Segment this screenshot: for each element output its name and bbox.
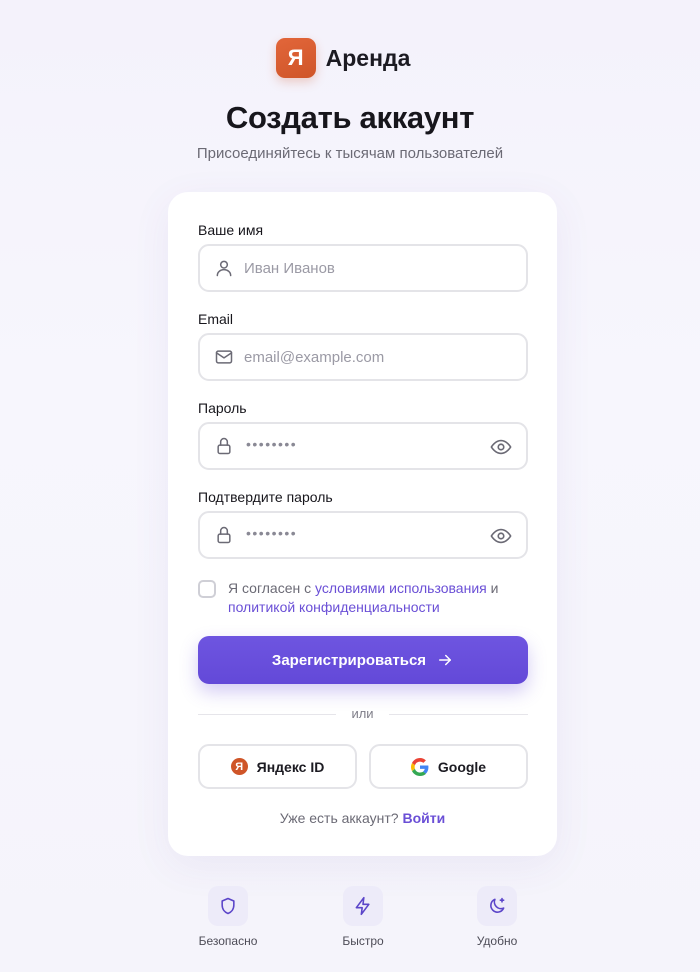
password-field[interactable]: •••••••• bbox=[198, 422, 528, 470]
lock-icon bbox=[217, 437, 231, 455]
register-button-label: Зарегистрироваться bbox=[271, 651, 427, 669]
arrow-right-icon bbox=[439, 654, 452, 666]
divider-line-right bbox=[389, 714, 528, 715]
feature-fast-label: Быстро bbox=[342, 934, 384, 948]
feature-secure-badge bbox=[208, 886, 248, 926]
name-label: Ваше имя bbox=[198, 222, 264, 238]
shield-icon bbox=[221, 897, 235, 915]
moon-star-icon bbox=[490, 897, 505, 913]
google-button[interactable]: Google bbox=[369, 744, 528, 789]
login-row: Уже есть аккаунт? Войти bbox=[168, 810, 557, 826]
eye-icon[interactable] bbox=[490, 436, 512, 458]
mail-icon bbox=[215, 350, 233, 364]
confirm-password-label: Подтвердите пароль bbox=[198, 489, 333, 505]
agreement-text-before: Я согласен с bbox=[228, 580, 315, 596]
terms-link[interactable]: условиями использования bbox=[315, 580, 487, 596]
terms-agreement-text: Я согласен с условиями использования и п… bbox=[228, 579, 528, 617]
user-icon bbox=[216, 260, 232, 277]
confirm-password-input[interactable]: •••••••• bbox=[246, 525, 297, 541]
page-subtitle: Присоединяйтесь к тысячам пользователей bbox=[196, 145, 504, 162]
lightning-icon bbox=[355, 896, 370, 916]
register-button[interactable]: Зарегистрироваться bbox=[198, 636, 528, 684]
feature-convenient-badge bbox=[477, 886, 517, 926]
feature-secure-label: Безопасно bbox=[198, 934, 258, 948]
confirm-password-field[interactable]: •••••••• bbox=[198, 511, 528, 559]
password-input[interactable]: •••••••• bbox=[246, 436, 297, 452]
email-field[interactable] bbox=[198, 333, 528, 381]
feature-fast-badge bbox=[343, 886, 383, 926]
feature-convenient: Удобно bbox=[447, 886, 547, 948]
lock-icon bbox=[217, 526, 231, 544]
feature-fast: Быстро bbox=[313, 886, 413, 948]
name-field[interactable] bbox=[198, 244, 528, 292]
brand-logo: Я bbox=[275, 38, 316, 78]
login-prompt: Уже есть аккаунт? bbox=[279, 810, 399, 826]
eye-icon[interactable] bbox=[490, 525, 512, 547]
yandex-id-label: Яндекс ID bbox=[256, 758, 325, 775]
page-title: Создать аккаунт bbox=[225, 100, 475, 135]
privacy-link[interactable]: политикой конфиденциальности bbox=[228, 599, 440, 615]
google-label: Google bbox=[437, 758, 487, 775]
email-label: Email bbox=[198, 311, 234, 327]
feature-convenient-label: Удобно bbox=[476, 934, 518, 948]
feature-secure: Безопасно bbox=[178, 886, 278, 948]
yandex-id-button[interactable]: Я Яндекс ID bbox=[198, 744, 357, 789]
brand-header: Я Аренда bbox=[0, 38, 700, 78]
terms-checkbox[interactable] bbox=[198, 580, 216, 598]
name-input[interactable] bbox=[244, 246, 484, 290]
signup-card: Ваше имя Email Пароль •••••••• Подтверди… bbox=[168, 192, 557, 856]
google-icon bbox=[410, 757, 429, 776]
brand-name: Аренда bbox=[325, 44, 411, 71]
email-input[interactable] bbox=[244, 335, 484, 379]
agreement-text-middle: и bbox=[486, 580, 499, 596]
yandex-icon: Я bbox=[230, 758, 248, 775]
login-link[interactable]: Войти bbox=[402, 810, 445, 826]
password-label: Пароль bbox=[198, 400, 247, 416]
